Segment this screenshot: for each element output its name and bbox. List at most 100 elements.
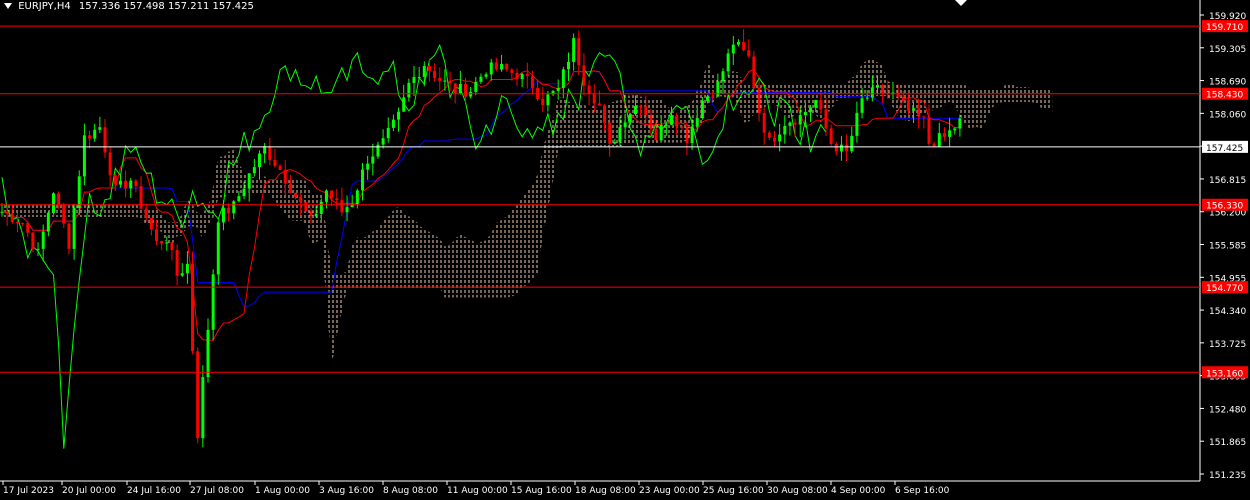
candle-body [587, 85, 591, 94]
candle-body [371, 156, 375, 164]
candle-body [366, 163, 370, 170]
ichimoku-cloud [2, 58, 1053, 366]
candle-body [180, 273, 184, 276]
candle-body [628, 114, 632, 123]
candle-body [850, 135, 854, 152]
candle-body [937, 133, 941, 147]
x-tick-label: 30 Aug 08:00 [767, 486, 828, 496]
candle-body [113, 175, 117, 185]
candle-body [515, 72, 519, 80]
y-tick-label: 159.305 [1209, 45, 1246, 55]
candle-body [659, 124, 663, 141]
candle-body [597, 103, 601, 106]
x-tick-label: 27 Jul 08:00 [190, 486, 244, 496]
candle-body [422, 65, 426, 77]
y-tick-label: 155.585 [1209, 242, 1246, 252]
candle-body [453, 83, 457, 94]
y-tick-label: 152.480 [1209, 405, 1246, 415]
y-tick-label: 154.340 [1209, 307, 1246, 317]
candle-body [716, 81, 720, 97]
candle-body [654, 128, 658, 141]
candle-body [860, 98, 864, 113]
candle-body [309, 211, 313, 217]
candle-body [479, 76, 483, 82]
candle-body [191, 263, 195, 352]
candle-body [649, 114, 653, 129]
candle-body [319, 201, 323, 214]
level-price-label: 153.160 [1206, 369, 1243, 379]
candle-body [237, 196, 241, 202]
candle-body [386, 127, 390, 139]
candle-body [803, 111, 807, 116]
candle-body [438, 77, 442, 81]
candle-body [381, 138, 385, 145]
candle-body [834, 143, 838, 152]
candle-body [417, 76, 421, 78]
x-tick-label: 23 Aug 00:00 [639, 486, 700, 496]
chart-shift-marker-icon[interactable] [955, 0, 967, 6]
candle-body [752, 56, 756, 88]
candle-body [458, 84, 462, 94]
candle-body [664, 124, 668, 126]
candle-body [288, 183, 292, 193]
candle-body [618, 127, 622, 143]
candle-body [247, 173, 251, 189]
candle-body [567, 61, 570, 70]
x-tick-label: 1 Aug 00:00 [255, 486, 310, 496]
candle-body [278, 165, 282, 170]
candle-body [216, 222, 220, 275]
candle-body [391, 119, 395, 128]
candle-body [520, 73, 524, 80]
candle-body [88, 135, 92, 139]
y-tick-label: 153.725 [1209, 340, 1246, 350]
candle-body [525, 73, 529, 77]
candle-body [876, 84, 879, 88]
level-price-label: 158.430 [1206, 91, 1243, 101]
candle-body [912, 108, 916, 111]
candle-body [355, 190, 359, 205]
candle-body [819, 100, 823, 110]
candle-body [922, 116, 926, 118]
candle-body [221, 207, 225, 223]
candle-body [242, 188, 246, 197]
price-chart[interactable]: 159.920159.305158.690158.060157.425156.8… [0, 0, 1250, 500]
x-tick-label: 4 Sep 00:00 [831, 486, 886, 496]
candle-body [783, 125, 787, 135]
candle-body [5, 211, 9, 214]
candle-body [98, 127, 102, 130]
candle-body [407, 82, 411, 98]
candle-body [103, 127, 107, 153]
candle-body [124, 180, 128, 189]
x-tick-label: 6 Sep 16:00 [895, 486, 950, 496]
candle-body [510, 69, 514, 73]
candle-body [324, 190, 328, 202]
chart-window: EURJPY,H4 157.336 157.498 157.211 157.42… [0, 0, 1250, 500]
candle-body [793, 122, 797, 125]
candle-body [268, 146, 272, 161]
candle-body [433, 70, 437, 78]
candle-body [917, 108, 921, 117]
candle-body [227, 207, 231, 214]
candle-body [494, 62, 498, 70]
candle-body [680, 126, 684, 128]
candle-body [427, 65, 431, 71]
candle-body [711, 96, 715, 98]
level-price-label: 159.710 [1206, 23, 1243, 33]
x-tick-label: 20 Jul 00:00 [62, 486, 116, 496]
candle-body [685, 127, 689, 144]
candle-body [258, 153, 261, 168]
candle-body [361, 169, 364, 191]
x-tick-label: 17 Jul 2023 [3, 486, 54, 496]
candle-body [582, 65, 586, 86]
candle-body [726, 53, 730, 72]
candle-body [721, 71, 725, 82]
candle-body [139, 186, 143, 209]
candle-body [561, 69, 565, 88]
candle-body [232, 201, 236, 214]
candle-body [546, 94, 550, 106]
candle-body [175, 250, 179, 276]
candle-body [211, 274, 215, 330]
candle-body [814, 100, 818, 108]
candle-body [185, 263, 189, 274]
candle-body [773, 137, 776, 142]
